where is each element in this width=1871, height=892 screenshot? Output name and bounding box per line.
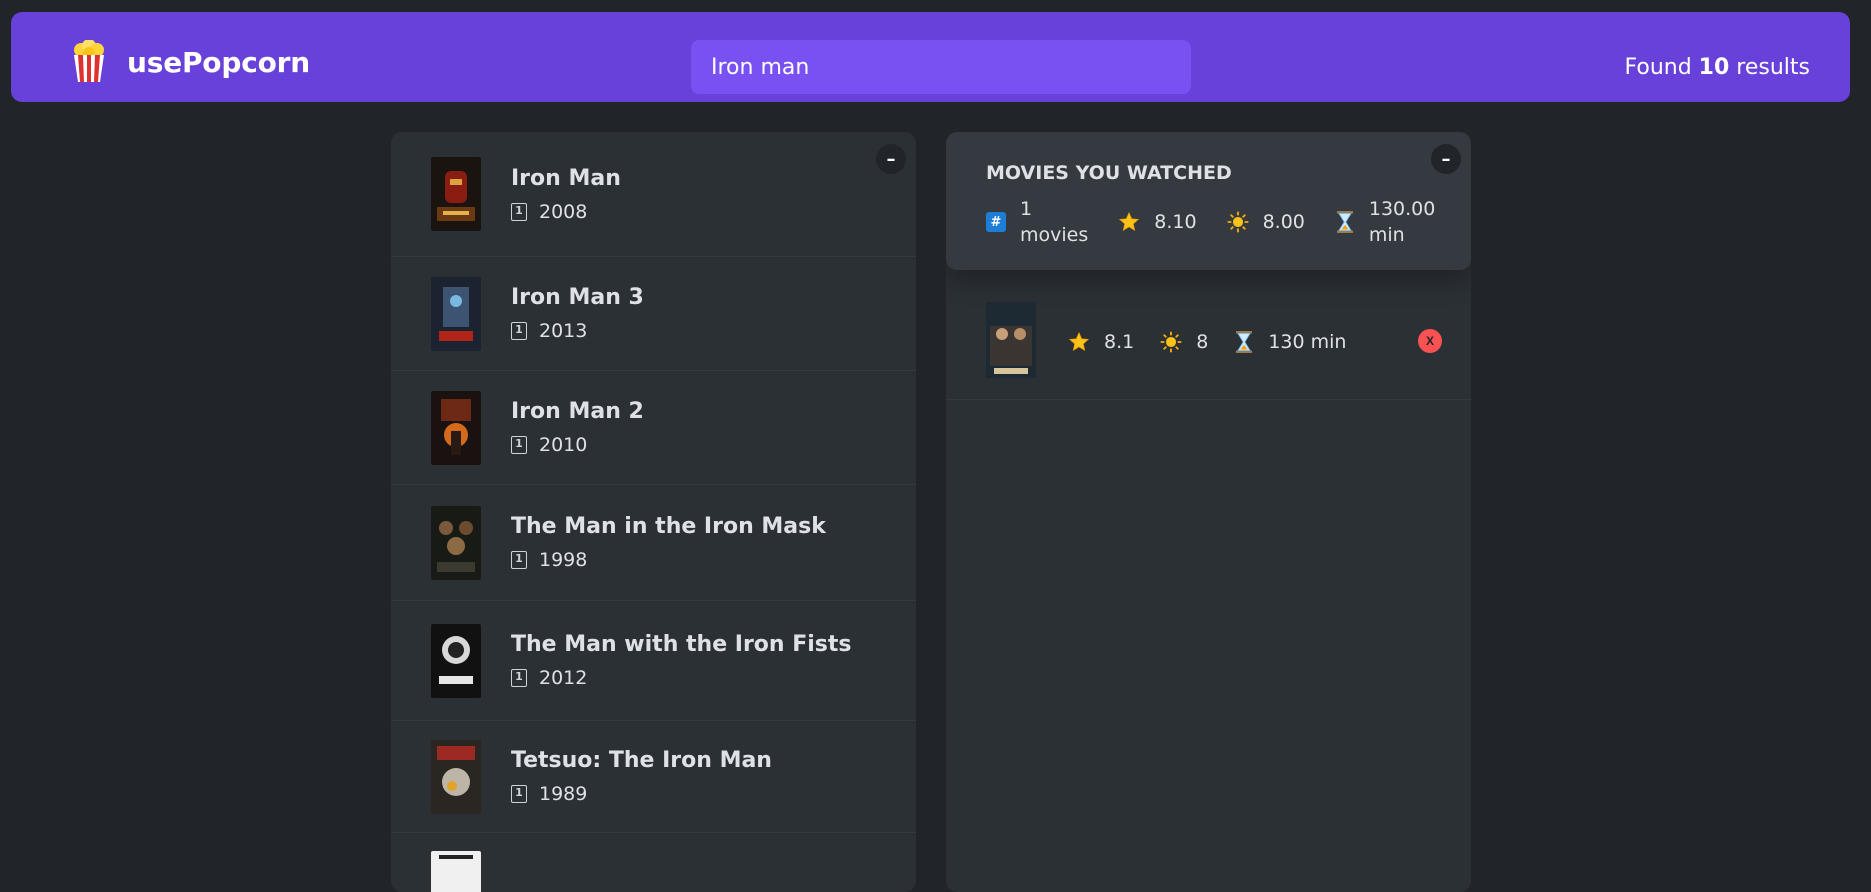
movie-user-value: 8 [1196,331,1209,353]
movie-poster [431,390,481,465]
stat-user: 8.00 [1227,211,1305,233]
movie-year-row: 1 1998 [511,549,826,571]
movie-list-item[interactable]: Iron Man 3 1 2013 [391,257,916,371]
movie-year-row: 1 2008 [511,201,621,223]
star-icon [1119,211,1140,232]
app-title: usePopcorn [127,45,310,79]
movie-year-row: 1 2012 [511,667,852,689]
movie-imdb-rating: 8.1 [1068,331,1134,353]
hash-icon: # [986,212,1006,232]
results-number: 10 [1698,55,1730,80]
watched-summary: MOVIES YOU WATCHED # 1 movies 8.10 8.00 … [946,132,1471,270]
movie-info: Iron Man 3 1 2013 [511,285,644,342]
movie-poster [431,505,481,580]
stat-count: # 1 movies [986,196,1088,248]
watched-count-unit: movies [1020,224,1089,246]
movie-runtime-value: 130 min [1268,331,1347,353]
avg-imdb-rating: 8.10 [1154,211,1197,233]
movie-poster [431,623,481,698]
delete-watched-button[interactable]: X [1418,329,1442,353]
avg-runtime: 130.00 [1368,198,1436,220]
sun-icon [1160,331,1182,353]
movie-list-item[interactable]: Iron Man 1 2008 [391,132,916,257]
search-input[interactable] [691,40,1191,94]
stat-runtime: 130.00 min [1335,196,1435,248]
movie-title: Iron Man 2 [511,399,644,424]
movie-year: 2008 [539,200,588,223]
movie-poster [431,276,481,351]
search-results-box: – Iron Man 1 2008 Iron Man 3 1 2013 Iron… [391,132,916,892]
stat-runtime-text: 130.00 min [1369,196,1435,248]
hourglass-icon [1236,331,1253,353]
movie-list-item[interactable]: Iron Man 2 1 2010 [391,371,916,485]
calendar-icon: 1 [511,322,527,340]
movie-poster [986,302,1036,378]
watched-movie-stats: 8.1 8 130 min [1068,330,1346,354]
movie-poster [431,851,481,892]
movie-list-item[interactable] [391,833,916,892]
movie-info: The Man with the Iron Fists 1 2012 [511,632,852,689]
movie-year: 1998 [539,549,588,571]
calendar-icon: 1 [511,551,527,569]
calendar-icon: 1 [511,785,527,803]
popcorn-icon [74,40,104,82]
movie-title: The Man with the Iron Fists [511,632,852,657]
summary-stats: # 1 movies 8.10 8.00 130.00 min [986,196,1435,248]
movie-poster [431,739,481,814]
avg-user-rating: 8.00 [1262,211,1305,233]
search-results-list: Iron Man 1 2008 Iron Man 3 1 2013 Iron M… [391,132,916,892]
movie-imdb-value: 8.1 [1104,331,1135,353]
stat-imdb: 8.10 [1118,211,1197,233]
calendar-icon: 1 [511,202,527,221]
movie-year-row: 1 1989 [511,783,772,805]
movie-title: Iron Man 3 [511,285,644,310]
results-suffix: results [1729,55,1810,80]
movie-list-item[interactable]: Tetsuo: The Iron Man 1 1989 [391,721,916,833]
movie-title: Tetsuo: The Iron Man [511,748,772,773]
nav-bar: usePopcorn Found 10 results [11,12,1850,102]
movie-list-item[interactable]: The Man with the Iron Fists 1 2012 [391,601,916,721]
movie-year-row: 1 2010 [511,434,644,456]
watched-box: – MOVIES YOU WATCHED # 1 movies 8.10 8.0… [946,132,1471,892]
star-icon [1068,331,1090,352]
watched-count: 1 [1020,198,1033,220]
collapse-watched-button[interactable]: – [1431,144,1461,174]
movie-title: Iron Man [511,165,621,191]
movie-info: Iron Man 2 1 2010 [511,399,644,456]
movie-year: 1989 [539,783,588,805]
movie-title: The Man in the Iron Mask [511,514,826,539]
movie-year: 2012 [539,667,588,689]
results-count: Found 10 results [1624,55,1810,80]
movie-year-row: 1 2013 [511,320,644,342]
sun-icon [1227,211,1249,233]
movie-info: Tetsuo: The Iron Man 1 1989 [511,748,772,805]
movie-year: 2013 [539,320,588,342]
movie-info: Iron Man 1 2008 [511,166,621,223]
watched-summary-title: MOVIES YOU WATCHED [986,162,1232,184]
calendar-icon: 1 [511,436,527,454]
movie-list-item[interactable]: The Man in the Iron Mask 1 1998 [391,485,916,601]
movie-user-rating: 8 [1160,331,1208,353]
avg-runtime-unit: min [1368,224,1405,246]
calendar-icon: 1 [511,669,527,687]
movie-runtime: 130 min [1234,330,1346,354]
hourglass-icon [1336,211,1353,233]
movie-info: The Man in the Iron Mask 1 1998 [511,514,826,571]
stat-count-text: 1 movies [1020,196,1088,248]
movie-year: 2010 [539,434,588,456]
watched-movie-item[interactable]: 8.1 8 130 min X [946,270,1471,400]
movie-poster [431,157,481,231]
results-prefix: Found [1624,55,1699,80]
logo: usePopcorn [69,40,310,84]
collapse-search-results-button[interactable]: – [876,144,906,174]
